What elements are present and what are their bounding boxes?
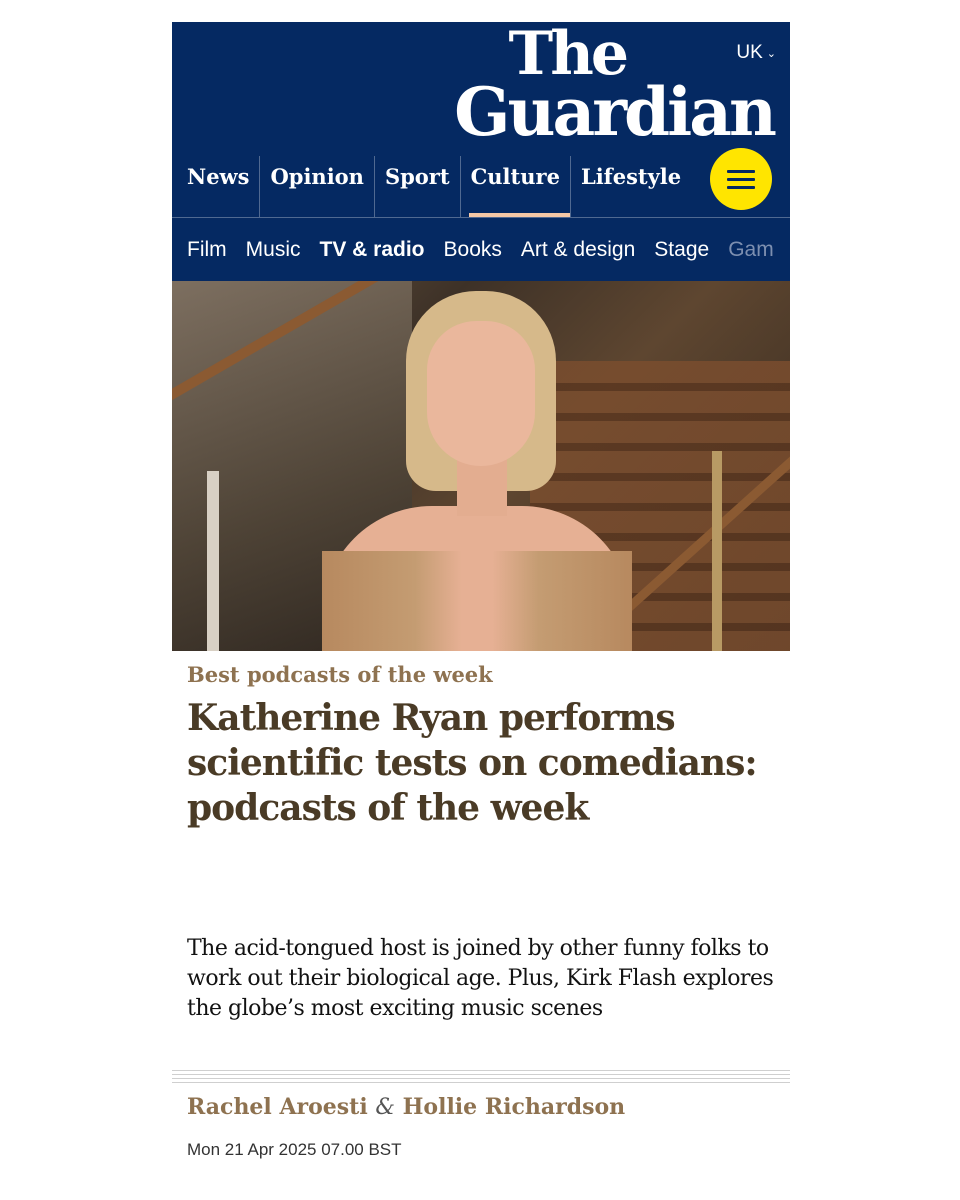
masthead: The Guardian UK ⌄ News Opinion Sport Cul… <box>172 22 790 217</box>
hero-image: i <box>172 281 790 651</box>
pillar-nav: News Opinion Sport Culture Lifestyle <box>172 156 691 217</box>
edition-label: UK <box>736 42 763 63</box>
subnav-item-film[interactable]: Film <box>187 238 227 262</box>
hamburger-icon-bar <box>727 177 755 181</box>
subnav-item-art-design[interactable]: Art & design <box>521 238 635 262</box>
hamburger-icon-bar <box>727 185 755 189</box>
pillar-lifestyle[interactable]: Lifestyle <box>569 156 691 217</box>
subnav-item-games[interactable]: Gam <box>728 238 774 262</box>
byline: Rachel Aroesti & Hollie Richardson <box>187 1094 625 1120</box>
author-link[interactable]: Hollie Richardson <box>403 1094 626 1120</box>
hero-post <box>712 451 722 651</box>
series-kicker[interactable]: Best podcasts of the week <box>187 662 493 687</box>
hero-subject-dress <box>322 551 632 651</box>
author-link[interactable]: Rachel Aroesti <box>187 1094 368 1120</box>
divider <box>172 1070 790 1083</box>
edition-picker[interactable]: UK ⌄ <box>736 42 776 64</box>
pillar-sport[interactable]: Sport <box>373 156 460 217</box>
hero-subject-face <box>427 321 535 466</box>
subnav-item-tv-radio[interactable]: TV & radio <box>320 238 425 262</box>
culture-subnav: Film Music TV & radio Books Art & design… <box>172 217 790 281</box>
subnav-item-books[interactable]: Books <box>444 238 502 262</box>
guardian-logo[interactable]: The Guardian <box>454 24 777 151</box>
byline-separator: & <box>375 1095 395 1120</box>
pillar-culture[interactable]: Culture <box>459 156 571 217</box>
hamburger-icon-bar <box>727 169 755 173</box>
article-page: The Guardian UK ⌄ News Opinion Sport Cul… <box>172 22 790 1172</box>
chevron-down-icon: ⌄ <box>766 47 776 60</box>
publish-date: Mon 21 Apr 2025 07.00 BST <box>187 1140 402 1159</box>
article-headline: Katherine Ryan performs scientific tests… <box>187 697 758 829</box>
hero-post <box>207 471 219 651</box>
menu-button[interactable] <box>710 148 772 210</box>
subnav-item-music[interactable]: Music <box>246 238 301 262</box>
pillar-opinion[interactable]: Opinion <box>259 156 373 217</box>
logo-line-2: Guardian <box>454 73 777 151</box>
pillar-news[interactable]: News <box>172 156 259 217</box>
subnav-item-stage[interactable]: Stage <box>654 238 709 262</box>
article-standfirst: The acid-tongued host is joined by other… <box>187 936 774 1021</box>
